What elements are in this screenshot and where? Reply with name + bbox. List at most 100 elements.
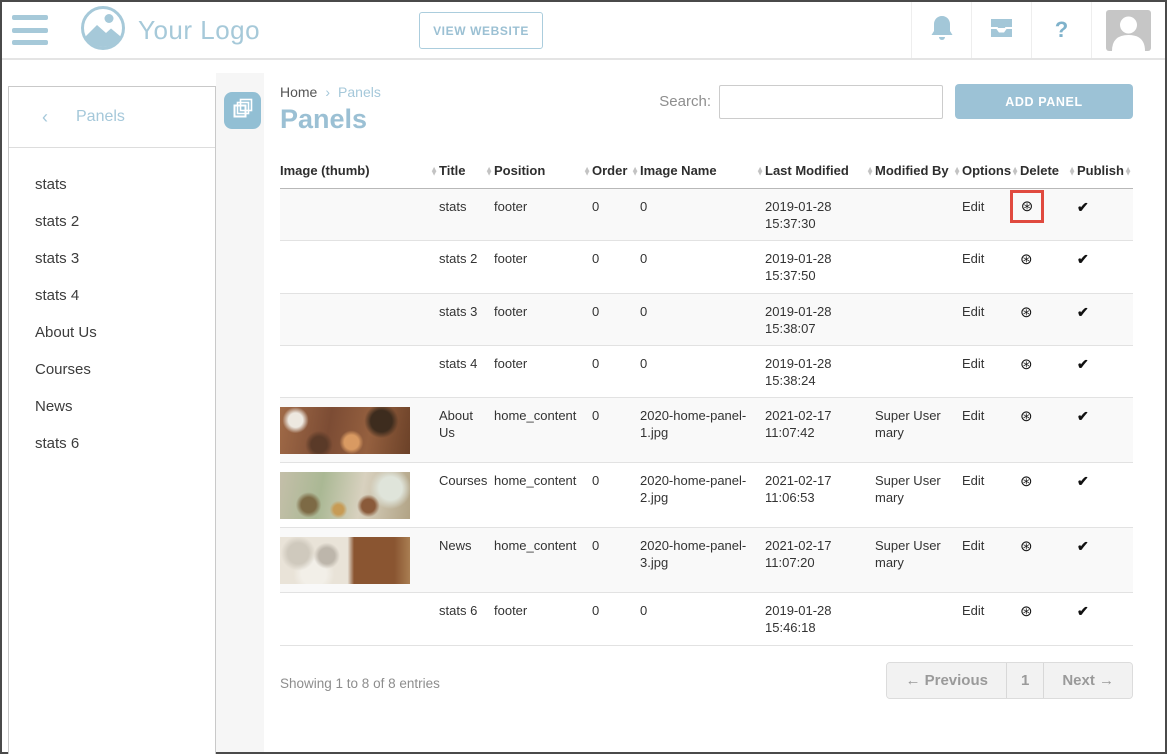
sort-icon: ▲▼ — [866, 167, 874, 177]
add-panel-button[interactable]: ADD PANEL — [955, 84, 1133, 119]
col-title[interactable]: Title▲▼ — [439, 157, 494, 189]
cell-modified-by — [875, 241, 962, 293]
col-delete[interactable]: Delete▲▼ — [1020, 157, 1077, 189]
sort-icon: ▲▼ — [1124, 167, 1132, 177]
panels-collapse-button[interactable] — [224, 92, 261, 129]
sidebar-item-about-us[interactable]: About Us — [9, 314, 215, 351]
col-modified-by[interactable]: Modified By▲▼ — [875, 157, 962, 189]
logo[interactable]: Your Logo — [80, 5, 260, 56]
delete-icon[interactable]: ⊛ — [1020, 473, 1033, 490]
cell-order: 0 — [592, 528, 640, 593]
col-options[interactable]: Options▲▼ — [962, 157, 1020, 189]
cell-title: stats 6 — [439, 593, 494, 645]
chevron-left-icon[interactable]: ‹ — [42, 107, 48, 128]
edit-link[interactable]: Edit — [962, 538, 984, 553]
delete-icon[interactable]: ⊛ — [1021, 197, 1034, 217]
delete-icon[interactable]: ⊛ — [1020, 356, 1033, 373]
sidebar-item-stats-4[interactable]: stats 4 — [9, 277, 215, 314]
header-actions: ? — [911, 2, 1165, 58]
edit-link[interactable]: Edit — [962, 251, 984, 266]
cell-publish: ✔ — [1077, 593, 1133, 645]
cell-thumb — [280, 593, 439, 645]
breadcrumb-separator-icon: › — [325, 84, 330, 100]
edit-link[interactable]: Edit — [962, 304, 984, 319]
breadcrumb-current-link[interactable]: Panels — [338, 84, 381, 100]
hamburger-menu-icon[interactable] — [12, 15, 48, 45]
sort-icon: ▲▼ — [430, 167, 438, 177]
publish-check-icon[interactable]: ✔ — [1077, 356, 1089, 372]
cell-publish: ✔ — [1077, 463, 1133, 528]
panel-thumbnail[interactable] — [280, 472, 410, 519]
inbox-button[interactable] — [971, 2, 1031, 58]
cell-delete: ⊛ — [1020, 398, 1077, 463]
col-publish[interactable]: Publish▲▼ — [1077, 157, 1133, 189]
cell-position: footer — [494, 189, 592, 241]
breadcrumb-home-link[interactable]: Home — [280, 84, 317, 100]
cell-publish: ✔ — [1077, 528, 1133, 593]
sidebar-item-courses[interactable]: Courses — [9, 351, 215, 388]
sidebar-item-stats-6[interactable]: stats 6 — [9, 425, 215, 462]
cell-position: footer — [494, 345, 592, 397]
sort-icon: ▲▼ — [756, 167, 764, 177]
cell-image-name: 2020-home-panel-3.jpg — [640, 528, 765, 593]
layers-icon — [231, 97, 255, 124]
delete-icon[interactable]: ⊛ — [1020, 603, 1033, 620]
cell-delete: ⊛ — [1020, 189, 1077, 241]
publish-check-icon[interactable]: ✔ — [1077, 251, 1089, 267]
delete-icon[interactable]: ⊛ — [1020, 251, 1033, 268]
publish-check-icon[interactable]: ✔ — [1077, 603, 1089, 619]
next-page-button[interactable]: Next → — [1043, 663, 1132, 698]
edit-link[interactable]: Edit — [962, 603, 984, 618]
cell-position: home_content — [494, 463, 592, 528]
publish-check-icon[interactable]: ✔ — [1077, 538, 1089, 554]
sidebar-header: ‹ Panels — [9, 87, 215, 148]
cell-thumb — [280, 189, 439, 241]
delete-icon[interactable]: ⊛ — [1020, 304, 1033, 321]
notifications-button[interactable] — [911, 2, 971, 58]
cell-delete: ⊛ — [1020, 293, 1077, 345]
panel-thumbnail[interactable] — [280, 537, 410, 584]
sidebar: ‹ Panels stats stats 2 stats 3 stats 4 A… — [2, 60, 264, 752]
delete-icon[interactable]: ⊛ — [1020, 408, 1033, 425]
publish-check-icon[interactable]: ✔ — [1077, 473, 1089, 489]
col-order[interactable]: Order▲▼ — [592, 157, 640, 189]
question-icon: ? — [1055, 17, 1068, 43]
publish-check-icon[interactable]: ✔ — [1077, 408, 1089, 424]
cell-modified-by: Super Usermary — [875, 463, 962, 528]
publish-check-icon[interactable]: ✔ — [1077, 199, 1089, 215]
sort-icon: ▲▼ — [631, 167, 639, 177]
edit-link[interactable]: Edit — [962, 408, 984, 423]
cell-last-modified: 2019-01-2815:38:24 — [765, 345, 875, 397]
cell-options: Edit — [962, 345, 1020, 397]
inbox-icon — [988, 16, 1015, 45]
col-image-name[interactable]: Image Name▲▼ — [640, 157, 765, 189]
col-position[interactable]: Position▲▼ — [494, 157, 592, 189]
previous-page-button[interactable]: ← Previous — [887, 663, 1006, 698]
table-footer: Showing 1 to 8 of 8 entries ← Previous 1… — [280, 662, 1133, 706]
edit-link[interactable]: Edit — [962, 199, 984, 214]
sidebar-item-stats-2[interactable]: stats 2 — [9, 203, 215, 240]
view-website-button[interactable]: VIEW WEBSITE — [419, 12, 543, 49]
delete-icon[interactable]: ⊛ — [1020, 538, 1033, 555]
sidebar-item-stats[interactable]: stats — [9, 166, 215, 203]
col-image-thumb[interactable]: Image (thumb)▲▼ — [280, 157, 439, 189]
search-input[interactable] — [719, 85, 943, 119]
cell-publish: ✔ — [1077, 398, 1133, 463]
panel-thumbnail[interactable] — [280, 407, 410, 454]
edit-link[interactable]: Edit — [962, 473, 984, 488]
cell-last-modified: 2019-01-2815:38:07 — [765, 293, 875, 345]
page-number-button[interactable]: 1 — [1006, 663, 1043, 698]
hamburger-bar — [12, 40, 48, 45]
help-button[interactable]: ? — [1031, 2, 1091, 58]
sidebar-item-stats-3[interactable]: stats 3 — [9, 240, 215, 277]
cell-publish: ✔ — [1077, 345, 1133, 397]
cell-position: home_content — [494, 528, 592, 593]
table-row: About Us home_content 0 2020-home-panel-… — [280, 398, 1133, 463]
cell-options: Edit — [962, 293, 1020, 345]
cell-title: stats 2 — [439, 241, 494, 293]
user-menu[interactable] — [1091, 2, 1165, 58]
publish-check-icon[interactable]: ✔ — [1077, 304, 1089, 320]
edit-link[interactable]: Edit — [962, 356, 984, 371]
sidebar-item-news[interactable]: News — [9, 388, 215, 425]
col-last-modified[interactable]: Last Modified▲▼ — [765, 157, 875, 189]
